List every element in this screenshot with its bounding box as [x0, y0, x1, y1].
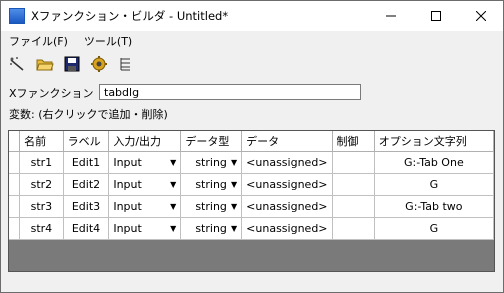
row-header[interactable]	[9, 195, 21, 218]
dropdown-arrow-icon[interactable]: ▼	[231, 202, 237, 211]
column-header-control[interactable]: 制御	[332, 131, 375, 152]
menu-bar: ファイル(F) ツール(T)	[1, 31, 503, 51]
cell-type[interactable]: string ▼	[180, 173, 243, 196]
dropdown-arrow-icon[interactable]: ▼	[170, 202, 176, 211]
cell-io[interactable]: Input ▼	[108, 151, 182, 174]
cell-io[interactable]: Input ▼	[108, 217, 182, 240]
column-header-name[interactable]: 名前	[19, 131, 64, 152]
open-button[interactable]	[34, 54, 56, 74]
cell-label[interactable]: Edit3	[63, 195, 110, 218]
app-icon	[9, 8, 25, 24]
settings-button[interactable]	[88, 54, 110, 74]
variables-label: 変数: (右クリックで追加・削除)	[9, 108, 168, 121]
cell-option[interactable]: G:-Tab two	[374, 195, 494, 218]
dropdown-arrow-icon[interactable]: ▼	[170, 158, 176, 167]
cell-name[interactable]: str2	[19, 173, 64, 196]
window-title: Xファンクション・ビルダ - Untitled*	[31, 9, 229, 23]
cell-control[interactable]	[332, 151, 375, 174]
open-folder-icon	[36, 59, 54, 71]
dropdown-arrow-icon[interactable]: ▼	[231, 158, 237, 167]
cell-control[interactable]	[332, 173, 375, 196]
cell-label[interactable]: Edit4	[63, 217, 110, 240]
cell-control[interactable]	[332, 217, 375, 240]
type-value: string	[195, 200, 227, 213]
cell-type[interactable]: string ▼	[180, 151, 243, 174]
column-header-type[interactable]: データ型	[180, 131, 243, 152]
tree-view-button[interactable]	[115, 54, 137, 74]
type-value: string	[195, 178, 227, 191]
x-function-name-input[interactable]	[99, 84, 361, 100]
column-header-io[interactable]: 入力/出力	[108, 131, 182, 152]
cell-io[interactable]: Input ▼	[108, 195, 182, 218]
menu-file[interactable]: ファイル(F)	[1, 33, 76, 49]
cell-data[interactable]: <unassigned>	[241, 173, 333, 196]
new-wand-icon	[10, 57, 24, 71]
cell-option[interactable]: G	[374, 217, 494, 240]
dropdown-arrow-icon[interactable]: ▼	[231, 224, 237, 233]
column-header-option[interactable]: オプション文字列	[374, 131, 494, 152]
minimize-button[interactable]	[368, 1, 413, 31]
gear-icon	[91, 56, 107, 72]
type-value: string	[195, 222, 227, 235]
cell-data[interactable]: <unassigned>	[241, 195, 333, 218]
cell-control[interactable]	[332, 195, 375, 218]
row-header[interactable]	[9, 217, 21, 240]
io-value: Input	[113, 222, 142, 235]
column-header-label[interactable]: ラベル	[63, 131, 110, 152]
cell-type[interactable]: string ▼	[180, 217, 243, 240]
cell-io[interactable]: Input ▼	[108, 173, 182, 196]
cell-option[interactable]: G:-Tab One	[374, 151, 494, 174]
row-header[interactable]	[9, 151, 21, 174]
cell-name[interactable]: str3	[19, 195, 64, 218]
close-button[interactable]	[458, 1, 503, 31]
dropdown-arrow-icon[interactable]: ▼	[170, 224, 176, 233]
type-value: string	[195, 156, 227, 169]
column-header-data[interactable]: データ	[241, 131, 333, 152]
title-bar: Xファンクション・ビルダ - Untitled*	[1, 1, 503, 31]
maximize-icon	[430, 11, 441, 21]
table-row[interactable]: str2 Edit2 Input ▼ string ▼ <unassigned> G	[9, 173, 494, 196]
save-button[interactable]	[61, 54, 83, 74]
io-value: Input	[113, 178, 142, 191]
table-row[interactable]: str4 Edit4 Input ▼ string ▼ <unassigned> G	[9, 217, 494, 240]
row-header-corner	[9, 131, 21, 152]
dropdown-arrow-icon[interactable]: ▼	[231, 180, 237, 189]
row-header[interactable]	[9, 173, 21, 196]
table-row[interactable]: str3 Edit3 Input ▼ string ▼ <unassigned> G…	[9, 195, 494, 218]
save-icon	[64, 56, 80, 72]
cell-name[interactable]: str4	[19, 217, 64, 240]
cell-type[interactable]: string ▼	[180, 195, 243, 218]
cell-name[interactable]: str1	[19, 151, 64, 174]
cell-label[interactable]: Edit1	[63, 151, 110, 174]
x-function-label: Xファンクション	[9, 87, 94, 100]
cell-option[interactable]: G	[374, 173, 494, 196]
toolbar	[1, 51, 503, 77]
cell-label[interactable]: Edit2	[63, 173, 110, 196]
cell-data[interactable]: <unassigned>	[241, 151, 333, 174]
x-function-builder-window: Xファンクション・ビルダ - Untitled* ファイル(F) ツール(T)	[0, 0, 504, 293]
table-row[interactable]: str1 Edit1 Input ▼ string ▼ <unassigned> G…	[9, 151, 494, 174]
menu-tools[interactable]: ツール(T)	[76, 33, 140, 49]
tree-icon	[120, 58, 130, 71]
io-value: Input	[113, 156, 142, 169]
io-value: Input	[113, 200, 142, 213]
variables-grid[interactable]: 名前 ラベル 入力/出力 データ型 データ 制御 オプション文字列 str1 E…	[8, 130, 495, 272]
close-icon	[475, 11, 486, 21]
cell-data[interactable]: <unassigned>	[241, 217, 333, 240]
new-button[interactable]	[7, 54, 29, 74]
minimize-icon	[385, 15, 396, 17]
maximize-button[interactable]	[413, 1, 458, 31]
dropdown-arrow-icon[interactable]: ▼	[170, 180, 176, 189]
